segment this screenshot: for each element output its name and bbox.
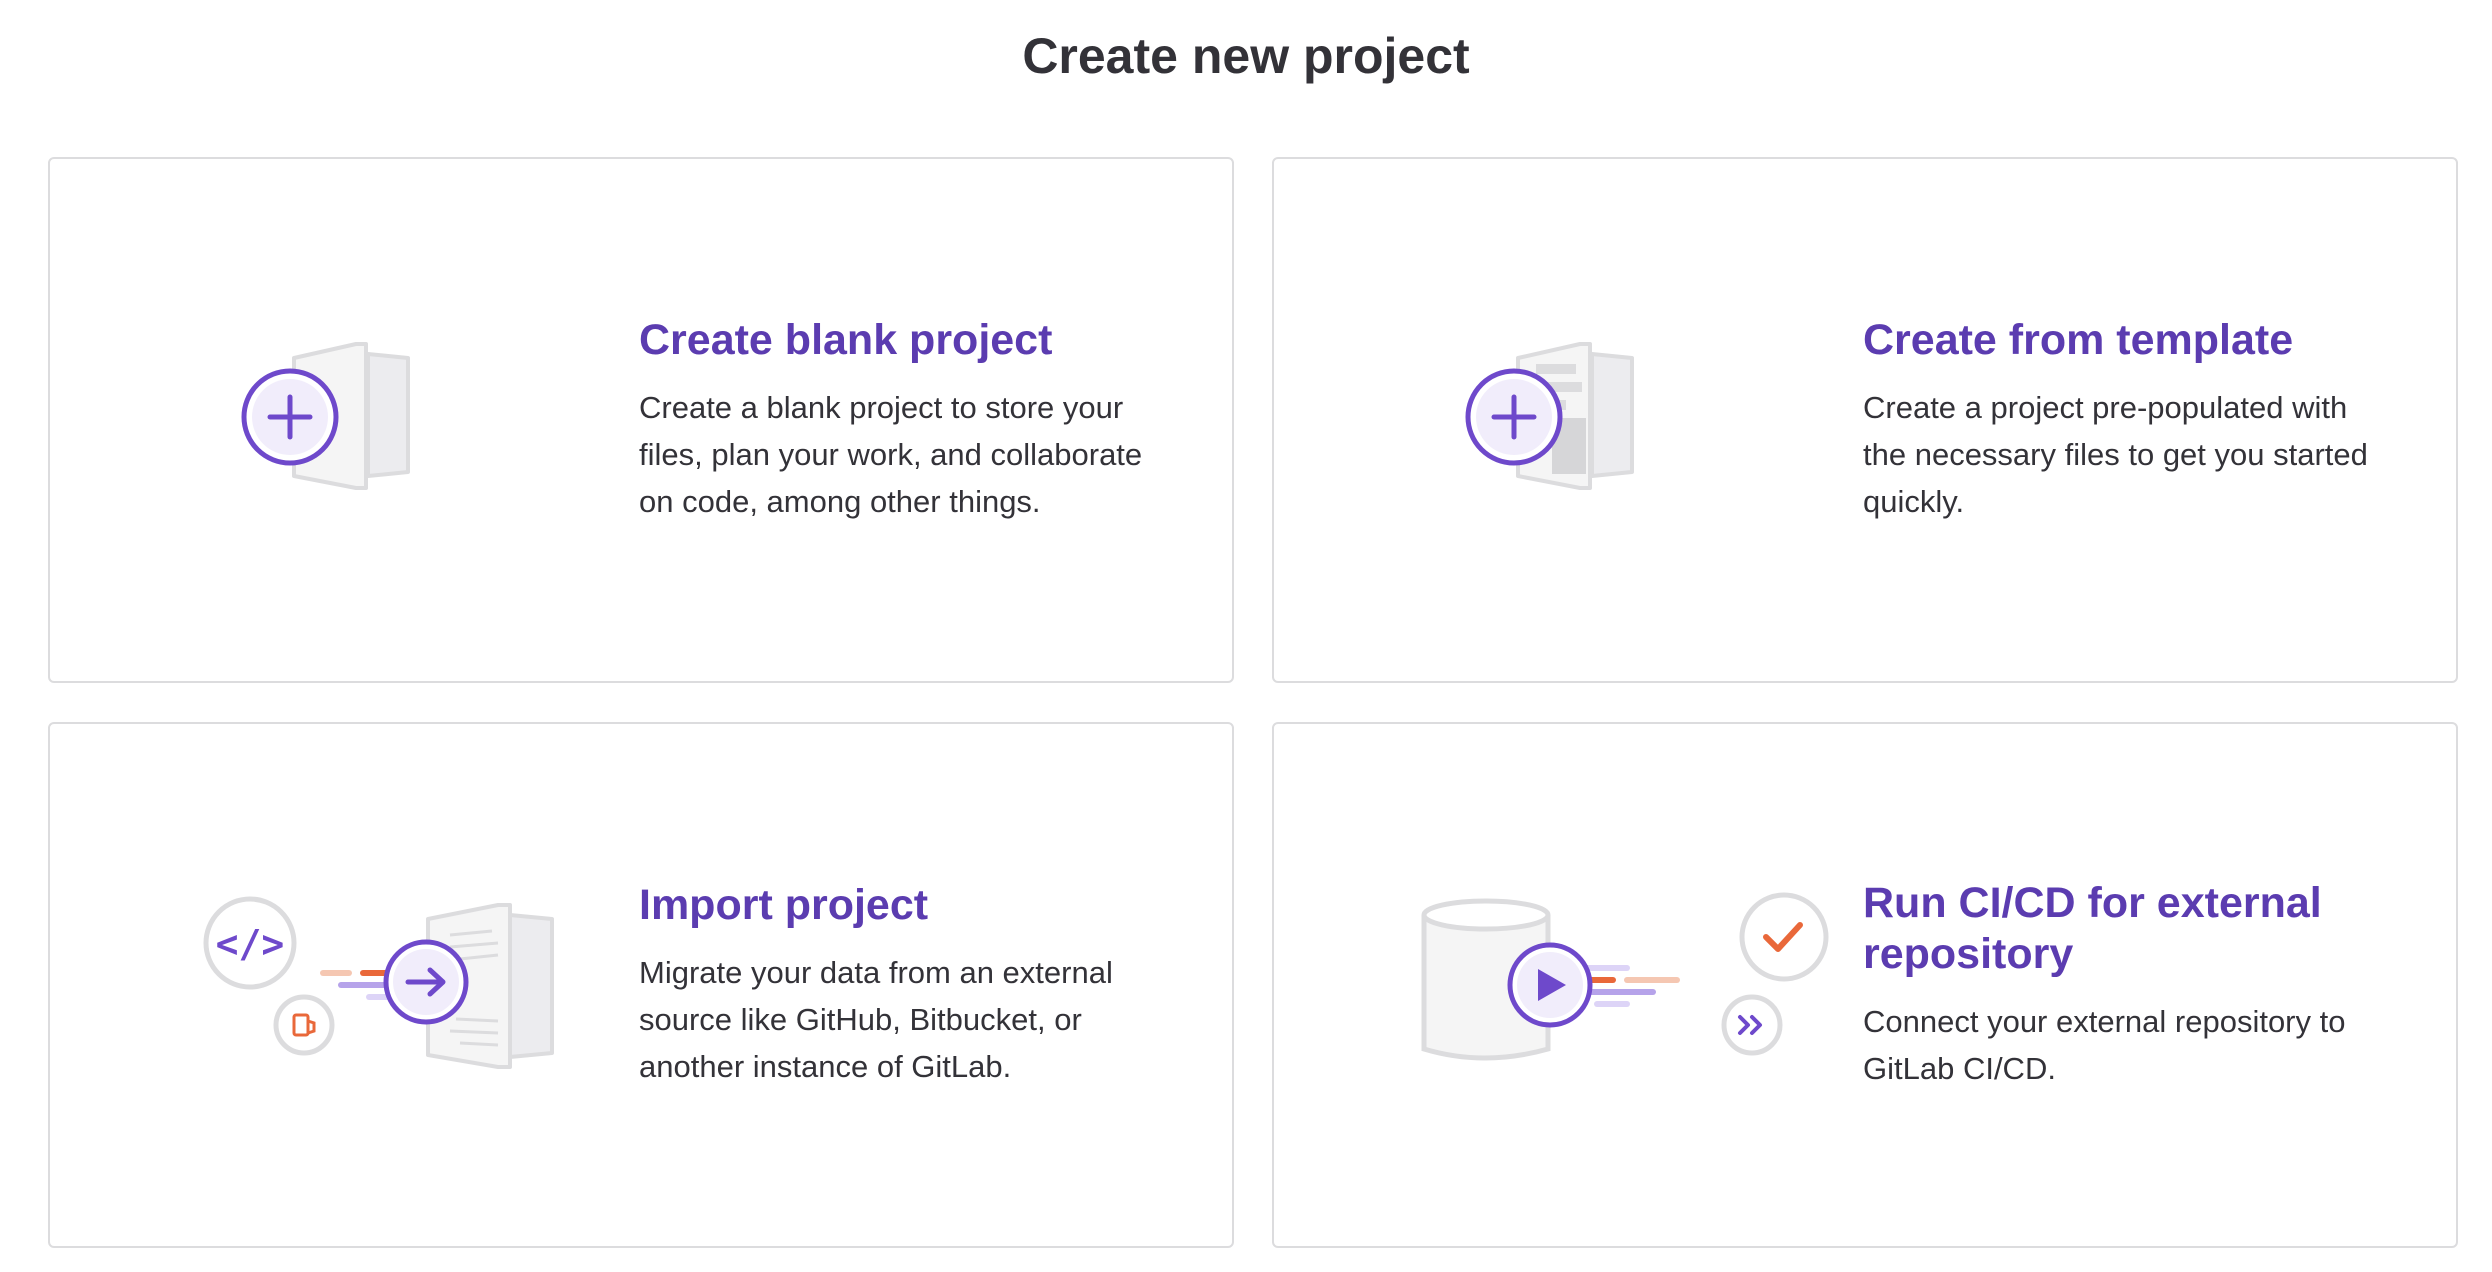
run-cicd-title: Run CI/CD for external repository	[1863, 879, 2322, 978]
import-project-card[interactable]: </> Import project Migrate your data fro…	[48, 722, 1234, 1248]
create-from-template-card[interactable]: Create from template Create a project pr…	[1272, 157, 2458, 683]
create-from-template-description: Create a project pre-populated with the …	[1863, 390, 2368, 519]
new-project-page: Create new project Create blank project …	[0, 0, 2492, 1272]
import-project-description: Migrate your data from an external sourc…	[639, 955, 1113, 1084]
page-title: Create new project	[1022, 28, 1470, 84]
create-from-template-title: Create from template	[1863, 316, 2294, 364]
run-cicd-external-repo-card[interactable]: Run CI/CD for external repository Connec…	[1272, 722, 2458, 1248]
create-blank-project-title: Create blank project	[639, 316, 1053, 364]
create-blank-project-card[interactable]: Create blank project Create a blank proj…	[48, 157, 1234, 683]
import-project-title: Import project	[639, 881, 929, 929]
import-project-illustration: </>	[140, 724, 560, 1246]
svg-text:</>: </>	[216, 922, 285, 966]
blank-project-illustration	[140, 159, 560, 681]
template-project-illustration	[1364, 159, 1784, 681]
run-cicd-description: Connect your external repository to GitL…	[1863, 1004, 2346, 1086]
cicd-project-illustration	[1364, 724, 1829, 1246]
create-blank-project-description: Create a blank project to store your fil…	[639, 390, 1143, 519]
